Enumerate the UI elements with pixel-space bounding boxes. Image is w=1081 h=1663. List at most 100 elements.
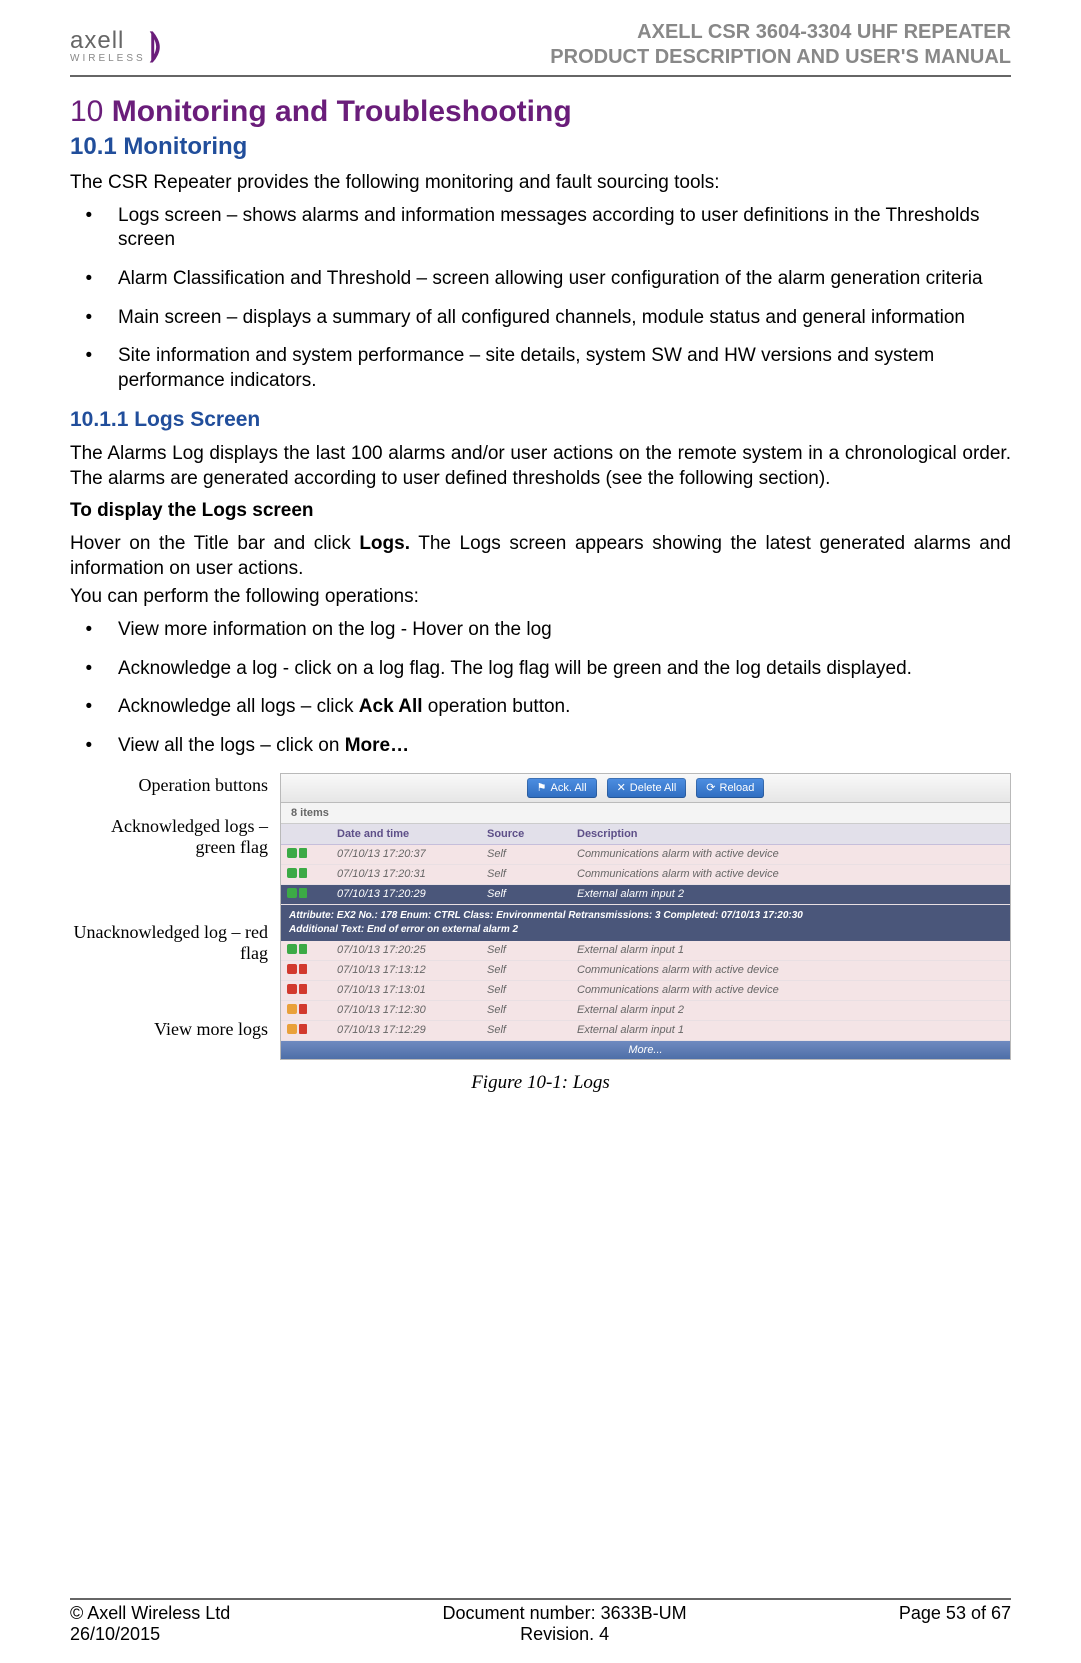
chapter-heading: 10 Monitoring and Troubleshooting <box>70 95 1011 129</box>
list-item: Alarm Classification and Threshold – scr… <box>108 267 1011 292</box>
flag-icon[interactable] <box>299 944 307 954</box>
cell-datetime: 07/10/13 17:13:01 <box>337 984 487 996</box>
footer-date: 26/10/2015 <box>70 1624 230 1645</box>
intro-list: Logs screen – shows alarms and informati… <box>70 204 1011 394</box>
table-row[interactable]: 07/10/13 17:13:01SelfCommunications alar… <box>281 981 1010 1001</box>
table-row[interactable]: 07/10/13 17:20:29SelfExternal alarm inpu… <box>281 885 1010 905</box>
cell-source: Self <box>487 984 577 996</box>
row-details: Attribute: EX2 No.: 178 Enum: CTRL Class… <box>281 905 1010 941</box>
table-row[interactable]: 07/10/13 17:20:37SelfCommunications alar… <box>281 845 1010 865</box>
callout-operation-buttons: Operation buttons <box>70 775 280 796</box>
button-label: Delete All <box>630 782 676 794</box>
flag-icon[interactable] <box>299 848 307 858</box>
cell-description: External alarm input 2 <box>577 1004 1010 1016</box>
severity-icon <box>287 1004 297 1014</box>
col-date: Date and time <box>337 828 487 840</box>
logo-subtext: WIRELESS <box>70 53 146 64</box>
cell-description: Communications alarm with active device <box>577 848 1010 860</box>
ack-all-button[interactable]: ⚑ Ack. All <box>527 778 597 798</box>
items-count: 8 items <box>281 803 1010 824</box>
cell-datetime: 07/10/13 17:12:29 <box>337 1024 487 1036</box>
severity-icon <box>287 944 297 954</box>
flag-icon: ⚑ <box>537 781 547 794</box>
hover-text-bold: Logs. <box>359 533 410 554</box>
more-label: More… <box>345 735 409 756</box>
hover-paragraph: Hover on the Title bar and click Logs. T… <box>70 532 1011 581</box>
table-row[interactable]: 07/10/13 17:12:29SelfExternal alarm inpu… <box>281 1021 1010 1041</box>
doc-title-2: PRODUCT DESCRIPTION AND USER'S MANUAL <box>550 45 1011 70</box>
cell-source: Self <box>487 848 577 860</box>
list-item: Acknowledge a log - click on a log flag.… <box>108 657 1011 682</box>
callout-acknowledged: Acknowledged logs – green flag <box>70 816 280 858</box>
flag-icon[interactable] <box>299 888 307 898</box>
list-item: Logs screen – shows alarms and informati… <box>108 204 1011 253</box>
footer-revision: Revision. 4 <box>443 1624 687 1645</box>
close-icon: ✕ <box>617 781 626 794</box>
cell-source: Self <box>487 868 577 880</box>
flag-icon[interactable] <box>299 984 307 994</box>
flag-icon[interactable] <box>299 964 307 974</box>
ops-intro: You can perform the following operations… <box>70 585 1011 610</box>
cell-source: Self <box>487 964 577 976</box>
cell-source: Self <box>487 888 577 900</box>
table-row[interactable]: 07/10/13 17:20:25SelfExternal alarm inpu… <box>281 941 1010 961</box>
logo-text: axell <box>70 27 146 55</box>
severity-icon <box>287 868 297 878</box>
severity-icon <box>287 1024 297 1034</box>
cell-description: External alarm input 1 <box>577 1024 1010 1036</box>
footer-copyright: © Axell Wireless Ltd <box>70 1603 230 1624</box>
logs-toolbar: ⚑ Ack. All ✕ Delete All ⟳ Reload <box>281 774 1010 803</box>
severity-icon <box>287 984 297 994</box>
table-row[interactable]: 07/10/13 17:13:12SelfCommunications alar… <box>281 961 1010 981</box>
footer-page: Page 53 of 67 <box>899 1603 1011 1624</box>
cell-datetime: 07/10/13 17:20:25 <box>337 944 487 956</box>
cell-datetime: 07/10/13 17:20:37 <box>337 848 487 860</box>
ack-all-label: Ack All <box>359 696 423 717</box>
logo-mark-icon: ⟭ <box>150 26 162 64</box>
more-button[interactable]: More... <box>281 1041 1010 1059</box>
reload-button[interactable]: ⟳ Reload <box>696 778 764 798</box>
severity-icon <box>287 964 297 974</box>
doc-title-1: AXELL CSR 3604-3304 UHF REPEATER <box>550 20 1011 45</box>
table-row[interactable]: 07/10/13 17:20:31SelfCommunications alar… <box>281 865 1010 885</box>
page-footer: © Axell Wireless Ltd 26/10/2015 Document… <box>70 1598 1011 1645</box>
logo: axell WIRELESS ⟭ <box>70 26 162 64</box>
to-display-heading: To display the Logs screen <box>70 499 1011 524</box>
flag-icon[interactable] <box>299 1004 307 1014</box>
cell-source: Self <box>487 1004 577 1016</box>
section-heading: 10.1 Monitoring <box>70 133 1011 161</box>
list-item: View more information on the log - Hover… <box>108 618 1011 643</box>
figure: Operation buttons Acknowledged logs – gr… <box>70 773 1011 1060</box>
footer-docnum: Document number: 3633B-UM <box>443 1603 687 1624</box>
table-header: Date and time Source Description <box>281 824 1010 845</box>
table-row[interactable]: 07/10/13 17:12:30SelfExternal alarm inpu… <box>281 1001 1010 1021</box>
chapter-title: Monitoring and Troubleshooting <box>112 95 572 128</box>
cell-source: Self <box>487 944 577 956</box>
button-label: Ack. All <box>551 782 587 794</box>
ops-list: View more information on the log - Hover… <box>70 618 1011 759</box>
subsection-heading: 10.1.1 Logs Screen <box>70 408 1011 432</box>
severity-icon <box>287 888 297 898</box>
col-source: Source <box>487 828 577 840</box>
cell-description: Communications alarm with active device <box>577 868 1010 880</box>
logs-paragraph: The Alarms Log displays the last 100 ala… <box>70 442 1011 491</box>
cell-source: Self <box>487 1024 577 1036</box>
page-header: axell WIRELESS ⟭ AXELL CSR 3604-3304 UHF… <box>70 20 1011 77</box>
cell-datetime: 07/10/13 17:12:30 <box>337 1004 487 1016</box>
button-label: Reload <box>720 782 755 794</box>
cell-datetime: 07/10/13 17:20:29 <box>337 888 487 900</box>
reload-icon: ⟳ <box>706 781 715 794</box>
cell-datetime: 07/10/13 17:13:12 <box>337 964 487 976</box>
figure-caption: Figure 10-1: Logs <box>70 1072 1011 1094</box>
list-item: Acknowledge all logs – click Ack All ope… <box>108 695 1011 720</box>
flag-icon[interactable] <box>299 1024 307 1034</box>
list-item: Site information and system performance … <box>108 344 1011 393</box>
flag-icon[interactable] <box>299 868 307 878</box>
cell-description: Communications alarm with active device <box>577 984 1010 996</box>
delete-all-button[interactable]: ✕ Delete All <box>607 778 687 798</box>
logs-screenshot: ⚑ Ack. All ✕ Delete All ⟳ Reload 8 items… <box>280 773 1011 1060</box>
severity-icon <box>287 848 297 858</box>
cell-description: External alarm input 1 <box>577 944 1010 956</box>
cell-description: External alarm input 2 <box>577 888 1010 900</box>
hover-text-pre: Hover on the Title bar and click <box>70 533 359 554</box>
